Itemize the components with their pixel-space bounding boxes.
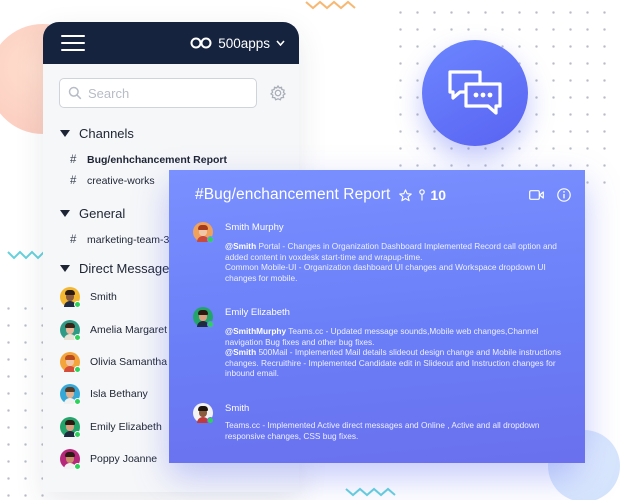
- chat-message: Smith Teams.cc - Implemented Active dire…: [193, 403, 577, 441]
- collapse-triangle-icon: [60, 209, 70, 217]
- section-channels-label: Channels: [79, 125, 134, 141]
- message-author: Smith: [225, 403, 250, 414]
- avatar: [60, 416, 81, 438]
- avatar: [60, 384, 81, 406]
- section-dm-label: Direct Messages: [79, 260, 176, 276]
- online-status-dot: [74, 430, 81, 438]
- decorative-zigzag-top: [305, 0, 356, 10]
- online-status-dot: [74, 333, 81, 341]
- video-camera-icon[interactable]: [529, 190, 544, 200]
- message-author: Emily Elizabeth: [225, 307, 290, 318]
- search-row: [43, 64, 299, 108]
- sidebar-header: 500apps: [43, 22, 299, 64]
- dm-name: Emily Elizabeth: [90, 420, 162, 433]
- collapse-triangle-icon: [60, 264, 70, 272]
- hamburger-menu-icon[interactable]: [61, 35, 85, 51]
- message-author: Smith Murphy: [225, 222, 284, 233]
- dm-name: Poppy Joanne: [90, 453, 158, 466]
- avatar: [193, 403, 214, 424]
- infinity-logo-icon: [190, 37, 212, 49]
- section-channels[interactable]: Channels: [43, 124, 299, 142]
- chat-message: Smith Murphy @Smith Portal - Changes in …: [193, 222, 577, 283]
- online-status-dot: [74, 365, 81, 373]
- channel-hash: #: [70, 174, 77, 187]
- channel-hash: #: [70, 153, 77, 166]
- avatar: [193, 307, 214, 328]
- online-status-dot: [74, 398, 81, 406]
- search-icon: [68, 86, 82, 100]
- channel-label: Bug/enhchancement Report: [87, 153, 228, 166]
- avatar: [60, 287, 81, 309]
- avatar: [60, 351, 81, 373]
- online-status-dot: [207, 417, 214, 424]
- chat-message: Emily Elizabeth @SmithMurphy Teams.cc - …: [193, 307, 577, 379]
- avatar: [60, 319, 81, 341]
- avatar: [60, 449, 81, 471]
- chat-window: #Bug/enchancement Report 10 Smith Murphy: [169, 170, 585, 463]
- info-icon[interactable]: [557, 188, 571, 202]
- channel-label: marketing-team-3: [87, 233, 170, 246]
- search-input[interactable]: [88, 85, 238, 101]
- chat-header: #Bug/enchancement Report 10: [169, 170, 585, 206]
- dm-name: Olivia Samantha: [90, 355, 168, 368]
- star-icon[interactable]: [399, 188, 413, 202]
- pin-icon: [419, 189, 426, 201]
- collapse-triangle-icon: [60, 129, 70, 137]
- section-general-label: General: [79, 205, 126, 221]
- online-status-dot: [207, 321, 214, 328]
- online-status-dot: [207, 236, 214, 243]
- decorative-zigzag-left: [7, 250, 45, 260]
- chat-bubbles-badge: [422, 40, 528, 146]
- avatar: [193, 222, 214, 243]
- message-text: @Smith Portal - Changes in Organization …: [225, 241, 557, 283]
- chat-bubbles-icon: [448, 70, 502, 115]
- online-status-dot: [74, 463, 81, 471]
- search-box[interactable]: [59, 78, 257, 108]
- channel-label: creative-works: [87, 174, 155, 187]
- chat-title: #Bug/enchancement Report: [195, 186, 391, 203]
- dm-name: Isla Bethany: [90, 388, 148, 401]
- message-mention[interactable]: @SmithMurphy: [225, 326, 286, 336]
- dm-name: Smith: [90, 291, 117, 304]
- app-switcher[interactable]: 500apps: [190, 36, 285, 51]
- online-status-dot: [74, 301, 81, 309]
- gear-icon[interactable]: [269, 84, 287, 102]
- message-mention[interactable]: @Smith: [225, 241, 256, 251]
- channel-item-bug-report[interactable]: # Bug/enhchancement Report: [43, 149, 299, 170]
- decorative-zigzag-bottom: [345, 487, 396, 497]
- channel-hash: #: [70, 233, 77, 246]
- member-count: 10: [430, 187, 446, 203]
- message-text: Teams.cc - Implemented Active direct mes…: [225, 420, 540, 441]
- brand-label: 500apps: [218, 35, 270, 51]
- message-text: @SmithMurphy Teams.cc - Updated message …: [225, 326, 561, 379]
- message-mention[interactable]: @Smith: [225, 347, 256, 357]
- chevron-down-icon: [276, 40, 285, 46]
- dm-name: Amelia Margaret: [90, 323, 168, 336]
